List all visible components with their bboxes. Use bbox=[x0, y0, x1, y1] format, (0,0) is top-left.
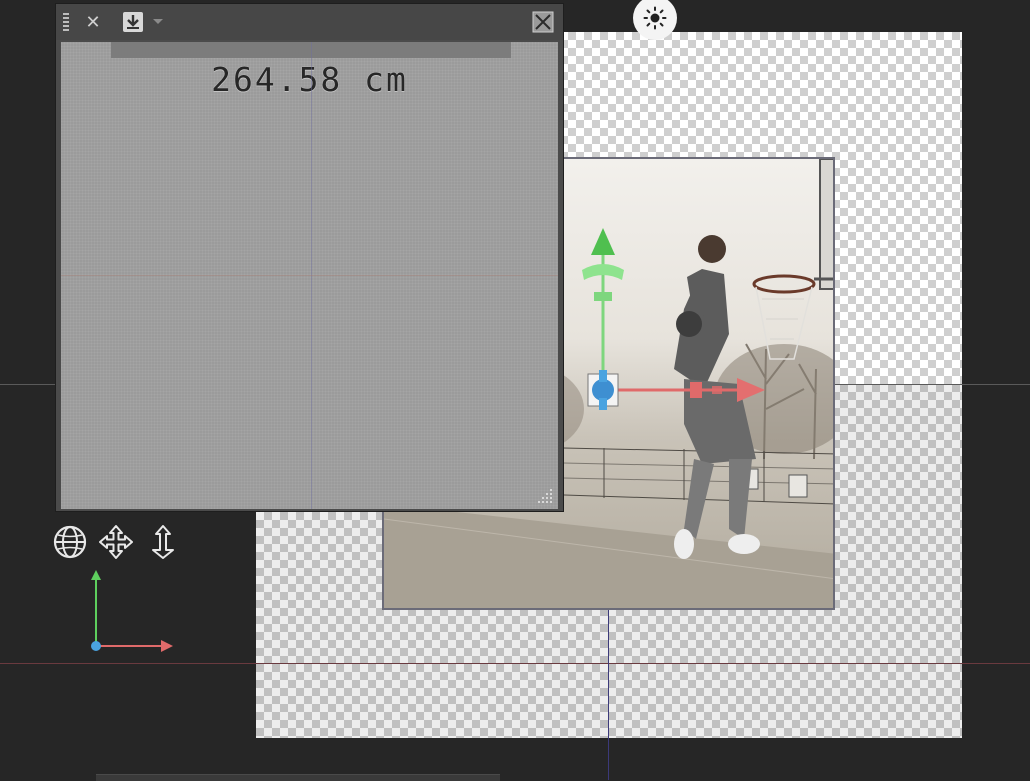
distance-readout: 264.58 cm bbox=[211, 60, 408, 99]
preview-viewport[interactable]: 264.58 cm bbox=[61, 42, 558, 509]
gizmo-y-arrowhead[interactable] bbox=[591, 228, 615, 255]
maximize-button[interactable] bbox=[530, 9, 556, 35]
close-icon: ✕ bbox=[85, 11, 101, 33]
download-icon bbox=[123, 12, 143, 32]
move-gizmo[interactable] bbox=[560, 220, 780, 420]
axis-indicator bbox=[91, 570, 173, 652]
save-button[interactable] bbox=[120, 9, 146, 35]
gizmo-x-arrowhead[interactable] bbox=[737, 378, 765, 402]
z-axis-line bbox=[608, 600, 609, 780]
move-arrows-icon bbox=[99, 525, 133, 559]
chevron-down-icon bbox=[153, 19, 163, 24]
up-down-arrow-icon bbox=[152, 525, 174, 559]
gizmo-y-scale-handle[interactable] bbox=[594, 292, 612, 301]
close-button[interactable]: ✕ bbox=[81, 10, 105, 34]
gizmo-x-scale-handle[interactable] bbox=[690, 382, 702, 398]
panel-toolbar: ✕ bbox=[56, 4, 563, 40]
world-rotate-tool[interactable] bbox=[52, 524, 88, 560]
move-tool[interactable] bbox=[98, 524, 134, 560]
preview-horizontal-guide bbox=[61, 275, 558, 276]
preview-panel[interactable]: ✕ 264.58 cm bbox=[55, 3, 564, 512]
maximize-icon bbox=[532, 11, 554, 33]
x-axis-line bbox=[0, 663, 1030, 664]
save-options-dropdown[interactable] bbox=[151, 16, 165, 28]
vertical-move-tool[interactable] bbox=[145, 524, 181, 560]
z-axis-indicator bbox=[91, 641, 101, 651]
globe-icon bbox=[53, 525, 87, 559]
resize-grip-icon[interactable] bbox=[536, 487, 554, 505]
sun-icon bbox=[643, 6, 667, 30]
drag-grip-icon[interactable] bbox=[60, 10, 72, 34]
